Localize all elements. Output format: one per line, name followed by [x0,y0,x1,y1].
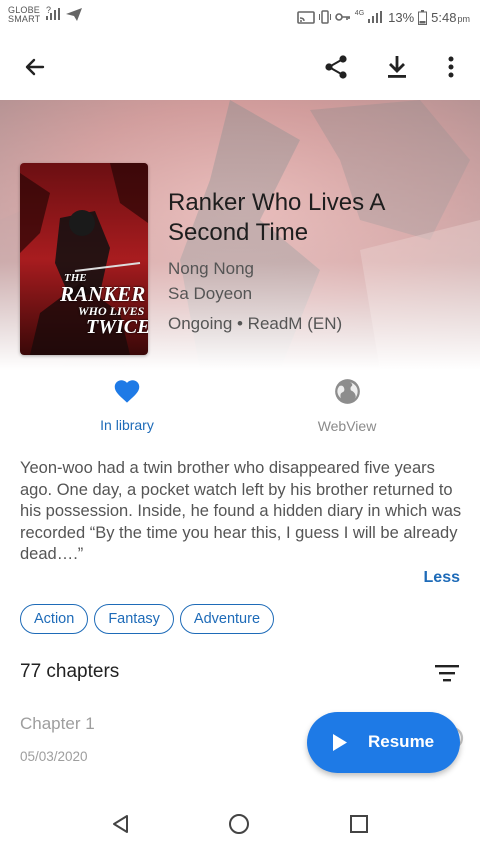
manga-title: Ranker Who Lives A Second Time [168,188,468,248]
more-options-button[interactable] [429,45,473,89]
webview-label: WebView [317,418,377,434]
back-arrow-icon [25,58,45,76]
genre-list: Action Fantasy Adventure [20,604,275,634]
nav-back-button[interactable] [100,804,140,844]
manga-cover[interactable]: THE RANKER WHO LIVES TWICE [20,163,148,355]
cover-title-line: RANKER [60,282,146,306]
manga-status-source: Ongoing • ReadM (EN) [168,314,343,333]
share-icon [325,55,347,79]
globe-icon [334,379,360,404]
status-bar: GLOBE SMART ? 4G 13% 5:48pm [0,0,480,34]
cover-title: THE RANKER WHO LIVES TWICE [60,273,148,338]
back-button[interactable] [13,45,57,89]
genre-chip[interactable]: Fantasy [94,604,174,634]
app-bar [0,34,480,100]
square-recents-icon [350,815,368,833]
filter-icon [435,665,459,682]
send-icon [66,8,82,21]
manga-title-line: Ranker Who Lives A [168,189,386,216]
download-button[interactable] [375,45,419,89]
genre-chip[interactable]: Action [20,604,89,634]
chapter-date: 05/03/2020 [20,749,88,764]
signal-icon [46,8,60,20]
manga-title-line: Second Time [168,219,309,246]
system-nav-bar [0,794,480,854]
chapter-name: Chapter 1 [20,714,95,733]
download-icon [388,56,406,78]
filter-button[interactable] [426,652,468,694]
genre-chip[interactable]: Adventure [179,604,275,634]
webview-button[interactable]: WebView [267,378,427,434]
signal-icon [368,11,383,23]
nav-recents-button[interactable] [339,804,379,844]
circle-home-icon [229,814,249,834]
resume-label: Resume [368,732,435,751]
play-icon [333,734,347,751]
clock-ampm: pm [457,13,470,24]
carrier-line2: SMART [8,14,41,24]
status-right: 4G 13% 5:48pm [296,8,470,26]
manga-header: THE RANKER WHO LIVES TWICE Ranker Who Li… [0,100,480,370]
in-library-label: In library [100,417,154,433]
nav-home-button[interactable] [219,804,259,844]
triangle-back-icon [113,815,128,833]
cover-title-line: TWICE [86,316,148,338]
vibrate-icon [318,10,331,24]
key-icon [334,13,350,21]
more-vert-icon [448,56,454,78]
cast-icon [296,10,315,24]
share-button[interactable] [314,45,358,89]
clock: 5:48 [431,9,457,25]
resume-button[interactable]: Resume [307,712,460,773]
network-type: 4G [354,9,365,17]
battery-percent: 13% [388,9,415,25]
manga-description[interactable]: Yeon-woo had a twin brother who disappea… [20,458,464,566]
description-toggle[interactable]: Less [424,569,460,587]
battery-icon [418,9,428,25]
chapters-count: 77 chapters [20,661,120,682]
carrier-name: GLOBE SMART ? [8,6,51,24]
heart-icon [114,380,140,403]
in-library-button[interactable]: In library [47,378,207,433]
manga-author[interactable]: Nong Nong [168,259,254,279]
manga-artist[interactable]: Sa Doyeon [168,284,252,304]
